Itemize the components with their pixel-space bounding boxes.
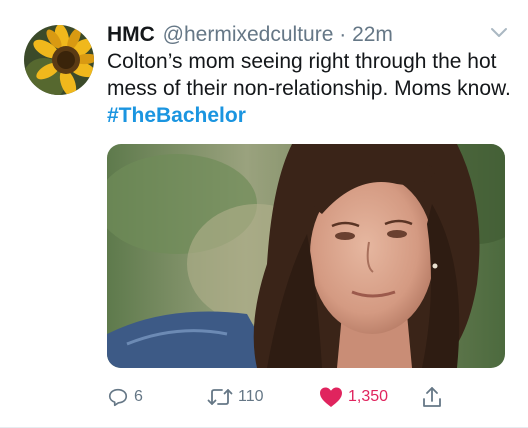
timestamp[interactable]: 22m — [352, 23, 393, 46]
reply-button[interactable]: 6 — [107, 383, 143, 411]
tweet-body: Colton’s mom seeing right through the ho… — [107, 50, 511, 100]
retweet-icon — [207, 389, 233, 405]
sunflower-avatar-icon — [24, 25, 94, 95]
retweet-button[interactable]: 110 — [207, 383, 264, 411]
like-button[interactable]: 1,350 — [319, 383, 388, 411]
retweet-count: 110 — [238, 388, 264, 405]
chevron-down-icon[interactable] — [490, 26, 508, 40]
share-button[interactable] — [421, 383, 443, 411]
like-count: 1,350 — [348, 388, 389, 405]
tweet-header: HMC @hermixedculture · 22m — [107, 22, 478, 48]
tweet-actions: 6 110 1,350 — [107, 383, 507, 411]
reply-count: 6 — [134, 388, 143, 405]
tweet-media-image[interactable] — [107, 144, 505, 368]
hashtag-link[interactable]: #TheBachelor — [107, 104, 246, 127]
display-name[interactable]: HMC — [107, 23, 155, 46]
tweet-text: Colton’s mom seeing right through the ho… — [107, 48, 517, 129]
woman-photo-icon — [107, 144, 505, 368]
heart-icon — [320, 387, 342, 407]
reply-icon — [108, 388, 128, 407]
tweet-card[interactable]: HMC @hermixedculture · 22m Colton’s mom … — [0, 0, 528, 428]
share-icon — [423, 387, 441, 407]
user-handle[interactable]: @hermixedculture — [163, 23, 334, 46]
separator-dot: · — [339, 23, 347, 46]
avatar[interactable] — [24, 25, 94, 95]
